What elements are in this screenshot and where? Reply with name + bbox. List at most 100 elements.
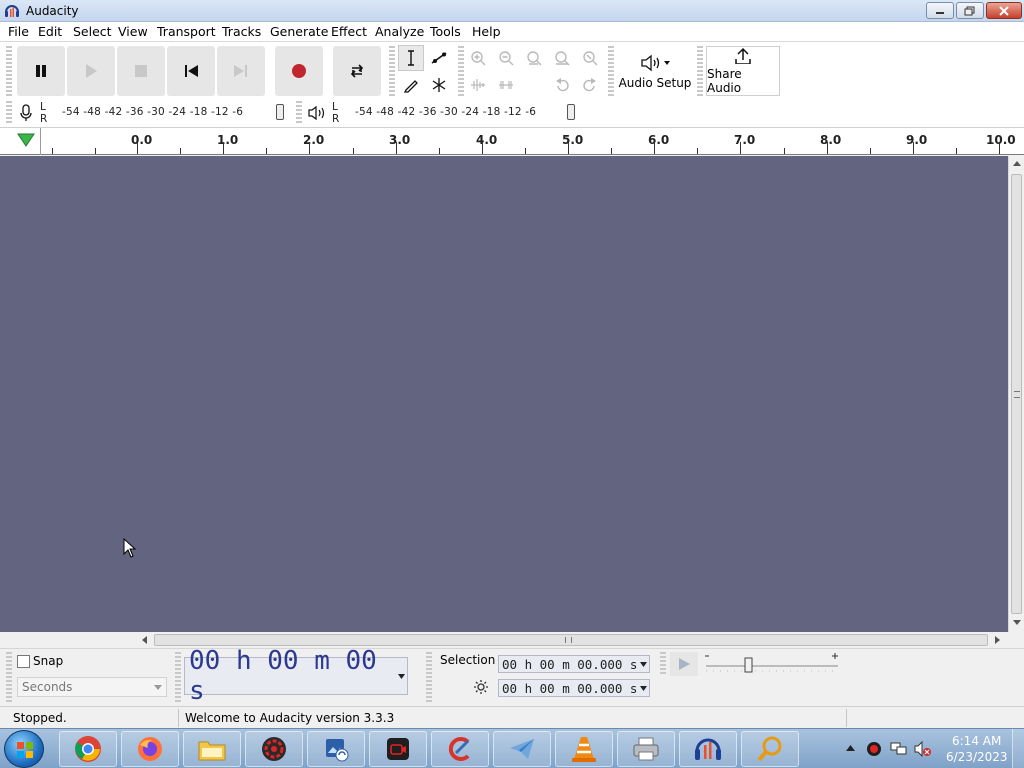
taskbar-chrome[interactable]: [59, 731, 117, 767]
selection-start-field[interactable]: 00 h 00 m 00.000 s: [498, 655, 650, 673]
audio-setup-grip[interactable]: [608, 46, 614, 96]
play-head-triangle-icon[interactable]: [17, 133, 35, 147]
chevron-down-icon[interactable]: [640, 662, 647, 667]
playback-speed-slider[interactable]: [702, 652, 842, 676]
microphone-icon[interactable]: [18, 104, 34, 122]
chevron-down-icon[interactable]: [640, 686, 647, 691]
menu-effect[interactable]: Effect: [331, 24, 367, 39]
time-display[interactable]: 00 h 00 m 00 s: [184, 646, 408, 706]
timeline-ruler[interactable]: 0.0 1.0 2.0 3.0 4.0 5.0 6.0 7.0 8.0 9.0 …: [0, 128, 1024, 155]
play-at-speed-grip[interactable]: [660, 652, 666, 676]
record-meter-right-label: R: [40, 113, 48, 125]
taskbar-app-red[interactable]: [245, 731, 303, 767]
restore-button[interactable]: [956, 2, 984, 19]
taskbar-telegram[interactable]: [493, 731, 551, 767]
record-meter-scale[interactable]: -54 -48 -42 -36 -30 -24 -18 -12 -6: [62, 106, 243, 118]
zoom-out-button[interactable]: [493, 45, 519, 71]
menu-edit[interactable]: Edit: [38, 24, 62, 39]
show-desktop-button[interactable]: [1012, 729, 1024, 768]
menu-transport[interactable]: Transport: [157, 24, 216, 39]
multi-tool[interactable]: [426, 72, 452, 98]
zoom-toggle-button[interactable]: [577, 45, 603, 71]
record-level-slider[interactable]: [276, 104, 284, 120]
scroll-left-icon[interactable]: [141, 636, 147, 644]
undo-button[interactable]: [549, 72, 575, 98]
menu-help[interactable]: Help: [472, 24, 501, 39]
snap-checkbox[interactable]: [17, 655, 30, 668]
fit-project-button[interactable]: [549, 45, 575, 71]
snap-unit-dropdown[interactable]: Seconds: [17, 677, 167, 697]
redo-button[interactable]: [577, 72, 603, 98]
start-button[interactable]: [4, 730, 44, 768]
playback-level-slider[interactable]: [567, 104, 575, 120]
tray-expand-icon[interactable]: [846, 745, 855, 751]
tray-app-icon[interactable]: [866, 741, 882, 757]
share-audio-button[interactable]: Share Audio: [706, 46, 780, 96]
speaker-icon[interactable]: [307, 104, 327, 122]
share-audio-grip[interactable]: [697, 46, 703, 96]
selection-end-field[interactable]: 00 h 00 m 00.000 s: [498, 679, 650, 697]
fit-selection-button[interactable]: [521, 45, 547, 71]
taskbar-screen-recorder[interactable]: [369, 731, 427, 767]
trim-audio-button[interactable]: [465, 72, 491, 98]
tray-date[interactable]: 6/23/2023: [946, 750, 1008, 764]
taskbar-firefox[interactable]: [121, 731, 179, 767]
playback-meter-grip[interactable]: [296, 101, 302, 125]
record-button[interactable]: [275, 46, 323, 96]
zoom-in-button[interactable]: [465, 45, 491, 71]
taskbar-file-explorer[interactable]: [183, 731, 241, 767]
menu-analyze[interactable]: Analyze: [375, 24, 424, 39]
tray-time[interactable]: 6:14 AM: [952, 734, 1001, 748]
scroll-down-icon[interactable]: [1013, 620, 1021, 626]
draw-tool[interactable]: [398, 72, 424, 98]
track-panel[interactable]: [0, 156, 1008, 632]
vertical-scroll-thumb[interactable]: [1011, 174, 1022, 614]
scroll-right-icon[interactable]: [995, 636, 1001, 644]
playback-meter-scale[interactable]: -54 -48 -42 -36 -30 -24 -18 -12 -6: [355, 106, 536, 118]
skip-to-end-button[interactable]: [217, 46, 265, 96]
menu-view[interactable]: View: [118, 24, 148, 39]
taskbar-ccleaner[interactable]: [431, 731, 489, 767]
taskbar-fax-printer[interactable]: [617, 731, 675, 767]
audio-setup-button[interactable]: Audio Setup: [617, 46, 693, 96]
folder-icon: [198, 741, 226, 761]
envelope-tool[interactable]: [426, 45, 452, 71]
close-button[interactable]: [986, 2, 1022, 19]
time-toolbar-grip[interactable]: [175, 652, 181, 702]
transport-toolbar-grip[interactable]: [6, 46, 12, 96]
scroll-up-icon[interactable]: [1013, 160, 1021, 166]
taskbar-search-app[interactable]: [741, 731, 799, 767]
taskbar-vlc[interactable]: [555, 731, 613, 767]
status-message: Welcome to Audacity version 3.3.3: [185, 711, 395, 725]
silence-audio-button[interactable]: [493, 72, 519, 98]
taskbar-audacity[interactable]: [679, 731, 737, 767]
selection-settings-gear-icon[interactable]: [473, 679, 489, 695]
stop-button[interactable]: [117, 46, 165, 96]
snap-toolbar-grip[interactable]: [6, 652, 12, 702]
taskbar-image-app[interactable]: [307, 731, 365, 767]
edit-toolbar-grip[interactable]: [458, 46, 464, 96]
vlc-cone-icon: [572, 737, 596, 762]
menu-generate[interactable]: Generate: [270, 24, 328, 39]
menu-file[interactable]: File: [8, 24, 29, 39]
time-format-dropdown-icon[interactable]: [398, 674, 405, 679]
network-icon[interactable]: [890, 741, 908, 757]
selection-tool[interactable]: [398, 45, 424, 71]
skip-to-start-button[interactable]: [167, 46, 215, 96]
record-meter-grip[interactable]: [6, 101, 12, 125]
pause-button[interactable]: [17, 46, 65, 96]
ruler-tick: [827, 142, 828, 154]
loop-button[interactable]: [333, 46, 381, 96]
menu-tools[interactable]: Tools: [430, 24, 461, 39]
minimize-button[interactable]: [926, 2, 954, 19]
horizontal-scrollbar[interactable]: [0, 632, 1008, 648]
menu-tracks[interactable]: Tracks: [222, 24, 261, 39]
horizontal-scroll-thumb[interactable]: [154, 634, 988, 646]
menu-select[interactable]: Select: [73, 24, 112, 39]
selection-toolbar-grip[interactable]: [426, 652, 432, 702]
play-at-speed-button[interactable]: [670, 652, 698, 676]
play-button[interactable]: [67, 46, 115, 96]
volume-muted-icon[interactable]: [914, 741, 932, 757]
tools-toolbar-grip[interactable]: [389, 46, 395, 96]
vertical-scrollbar[interactable]: [1008, 156, 1024, 632]
